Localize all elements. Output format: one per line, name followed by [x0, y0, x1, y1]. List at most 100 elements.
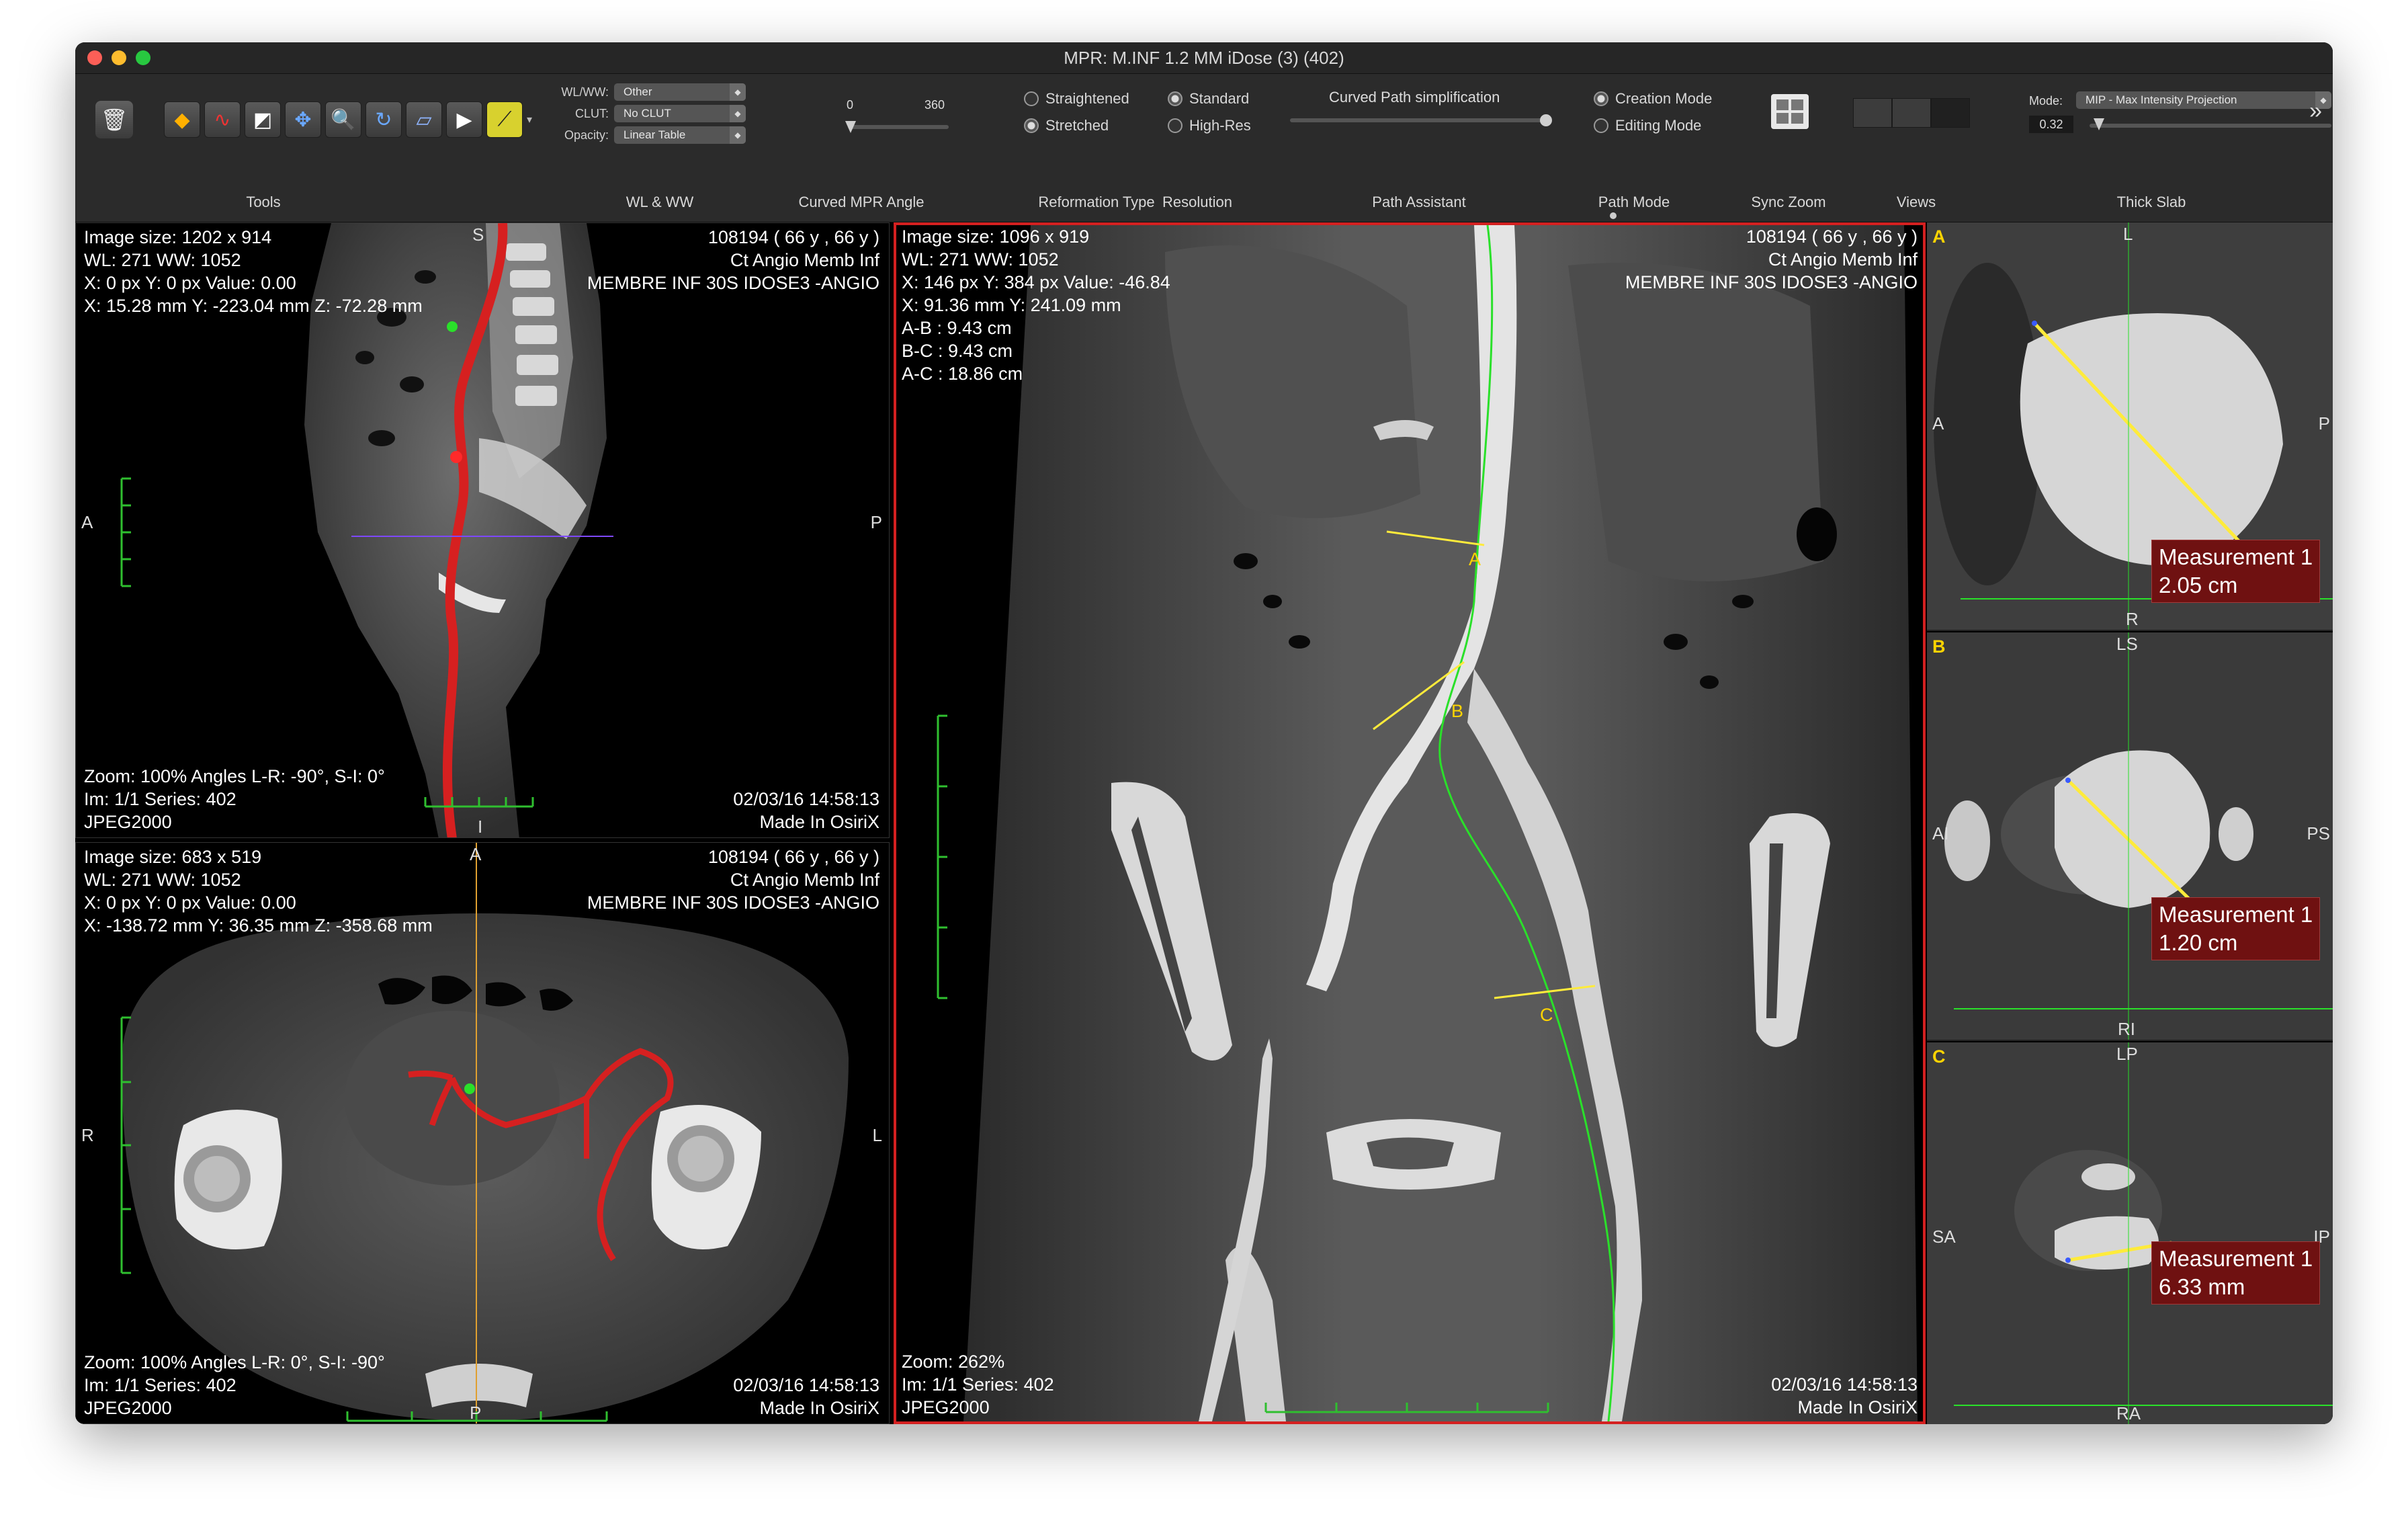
straightened-label: Straightened — [1045, 90, 1129, 107]
wlww-tool-icon[interactable]: ◩ — [245, 101, 281, 138]
cross-section-a-letter: A — [1932, 226, 1946, 247]
axial-orientation-bottom: P — [470, 1403, 482, 1423]
view-grid-icon[interactable] — [1853, 98, 1892, 128]
radio-off-icon — [1024, 91, 1039, 106]
move-tool-icon[interactable]: ✥ — [285, 101, 321, 138]
curved-mm-coords: X: 91.36 mm Y: 241.09 mm — [902, 295, 1121, 315]
curved-datetime: 02/03/16 14:58:13 — [1771, 1374, 1918, 1395]
curve-path-tool-icon[interactable]: ∿ — [204, 101, 241, 138]
radio-on-icon — [1024, 118, 1039, 133]
simplification-slider[interactable] — [1290, 118, 1548, 122]
straightened-radio[interactable]: Straightened — [1024, 90, 1129, 108]
radio-on-icon — [1594, 91, 1608, 106]
wlww-group-label: WL & WW — [626, 194, 694, 210]
curved-image-size: Image size: 1096 x 919 — [902, 226, 1090, 247]
sagittal-compression: JPEG2000 — [84, 812, 172, 832]
curved-path-simplification-label: Curved Path simplification — [1329, 89, 1500, 106]
patient-id: 108194 ( 66 y , 66 y ) — [1746, 226, 1918, 247]
measurement-label-a[interactable]: Measurement 1 2.05 cm — [2151, 540, 2321, 603]
tool-menu-chevron-icon[interactable]: ▾ — [527, 113, 532, 126]
curved-info-br: 02/03/16 14:58:13 Made In OsiriX — [1771, 1373, 1918, 1419]
creation-mode-label: Creation Mode — [1615, 90, 1713, 107]
path-marker-a[interactable]: A — [1469, 549, 1481, 570]
measurement-label-b[interactable]: Measurement 1 1.20 cm — [2151, 897, 2321, 960]
cross-section-a-view[interactable]: A L A P R Measurement 1 2.05 cm — [1927, 222, 2333, 631]
wlww-value: Other — [624, 85, 652, 98]
creation-mode-radio[interactable]: Creation Mode — [1594, 90, 1712, 108]
chevron-down-icon: ◆ — [730, 83, 746, 101]
axial-orientation-left: R — [81, 1125, 94, 1145]
sagittal-zoom-angles: Zoom: 100% Angles L-R: -90°, S-I: 0° — [84, 766, 385, 786]
thick-slab-mode-label: Mode: — [2029, 94, 2063, 108]
stretched-radio[interactable]: Stretched — [1024, 117, 1109, 134]
trash-icon[interactable]: 🗑 — [95, 101, 133, 138]
point-tool-icon[interactable]: ◆ — [164, 101, 200, 138]
tools-group: 🗑 ◆ ∿ ◩ ✥ 🔍 ↻ ▱ ▶ ⟋ ▾ Tools — [75, 74, 532, 222]
axial-datetime: 02/03/16 14:58:13 — [733, 1375, 879, 1395]
path-marker-c[interactable]: C — [1540, 1005, 1553, 1026]
cross-a-orientation-top: L — [2123, 224, 2133, 244]
axial-image-size: Image size: 683 x 519 — [84, 847, 262, 867]
sagittal-view[interactable]: Image size: 1202 x 914 WL: 271 WW: 1052 … — [75, 222, 890, 838]
angle-slider[interactable] — [848, 125, 949, 129]
sagittal-info-tl: Image size: 1202 x 914 WL: 271 WW: 1052 … — [84, 226, 423, 317]
tools-group-label: Tools — [246, 194, 281, 210]
cross-section-b-view[interactable]: B LS AI PS RI Measurement 1 1.20 cm — [1927, 632, 2333, 1041]
axial-view[interactable]: Image size: 683 x 519 WL: 271 WW: 1052 X… — [75, 842, 890, 1424]
curved-compression: JPEG2000 — [902, 1397, 990, 1417]
opacity-popup[interactable]: Linear Table ◆ — [614, 126, 746, 144]
sagittal-info-br: 02/03/16 14:58:13 Made In OsiriX — [733, 788, 879, 833]
window-title: MPR: M.INF 1.2 MM iDose (3) (402) — [1064, 48, 1344, 68]
sagittal-image-size: Image size: 1202 x 914 — [84, 227, 272, 247]
cross-section-c-image — [1927, 1042, 2333, 1424]
magnify-tool-icon[interactable]: 🔍 — [325, 101, 361, 138]
clut-label: CLUT: — [574, 106, 609, 120]
view-rows-icon[interactable] — [1892, 98, 1931, 128]
path-marker-b[interactable]: B — [1451, 701, 1463, 722]
cross-section-c-view[interactable]: C LP SA IP RA Measurement 1 6.33 mm — [1927, 1042, 2333, 1424]
curved-mpr-angle-label: Curved MPR Angle — [798, 194, 924, 210]
study-description: Ct Angio Memb Inf — [730, 870, 879, 890]
curved-image-series: Im: 1/1 Series: 402 — [902, 1374, 1054, 1395]
high-res-radio[interactable]: High-Res — [1168, 117, 1251, 134]
clut-value: No CLUT — [624, 107, 671, 120]
curved-mpr-view[interactable]: A B C Image size: 1096 x 919 WL: 271 WW:… — [894, 222, 1926, 1424]
stretched-label: Stretched — [1045, 117, 1109, 134]
cross-c-orientation-top: LP — [2116, 1044, 2138, 1064]
sync-zoom-icon[interactable] — [1771, 94, 1809, 129]
chevron-down-icon: ◆ — [730, 105, 746, 122]
editing-mode-label: Editing Mode — [1615, 117, 1702, 134]
wlww-popup[interactable]: Other ◆ — [614, 83, 746, 101]
clut-popup[interactable]: No CLUT ◆ — [614, 105, 746, 122]
thick-slab-mode-popup[interactable]: MIP - Max Intensity Projection ◆ — [2076, 91, 2331, 109]
thick-slab-slider[interactable] — [2090, 124, 2331, 128]
rotate-tool-icon[interactable]: ↻ — [366, 101, 402, 138]
cross-c-orientation-bottom: RA — [2116, 1403, 2141, 1423]
thick-slab-value[interactable]: 0.32 — [2029, 116, 2073, 133]
curved-made-in: Made In OsiriX — [1797, 1397, 1918, 1417]
standard-radio[interactable]: Standard — [1168, 90, 1249, 108]
measurement-label-c[interactable]: Measurement 1 6.33 mm — [2151, 1241, 2321, 1305]
measure-tool-icon[interactable]: ⟋ — [486, 101, 523, 138]
toolbar-indicator-dot — [1610, 212, 1617, 219]
axial-image-series: Im: 1/1 Series: 402 — [84, 1375, 236, 1395]
cross-b-orientation-top: LS — [2116, 634, 2138, 654]
curved-wlww: WL: 271 WW: 1052 — [902, 249, 1059, 270]
sagittal-image-series: Im: 1/1 Series: 402 — [84, 789, 236, 809]
curved-info-tr: 108194 ( 66 y , 66 y ) Ct Angio Memb Inf… — [1625, 225, 1918, 294]
curved-mpr-image — [937, 225, 1918, 1421]
axial-orientation-top: A — [470, 844, 482, 864]
toolbar-overflow-icon[interactable]: » — [2309, 98, 2322, 124]
radio-off-icon — [1594, 118, 1608, 133]
editing-mode-radio[interactable]: Editing Mode — [1594, 117, 1701, 134]
sagittal-pixel-value: X: 0 px Y: 0 px Value: 0.00 — [84, 273, 296, 293]
axial-info-tl: Image size: 683 x 519 WL: 271 WW: 1052 X… — [84, 845, 433, 937]
patient-id: 108194 ( 66 y , 66 y ) — [707, 847, 879, 867]
camera-tool-icon[interactable]: ▶ — [446, 101, 482, 138]
axial-pixel-value: X: 0 px Y: 0 px Value: 0.00 — [84, 893, 296, 913]
sagittal-datetime: 02/03/16 14:58:13 — [733, 789, 879, 809]
plane-tool-icon[interactable]: ▱ — [406, 101, 442, 138]
cross-a-orientation-right: P — [2318, 413, 2330, 433]
sagittal-made-in: Made In OsiriX — [759, 812, 879, 832]
opacity-label: Opacity: — [564, 128, 609, 142]
